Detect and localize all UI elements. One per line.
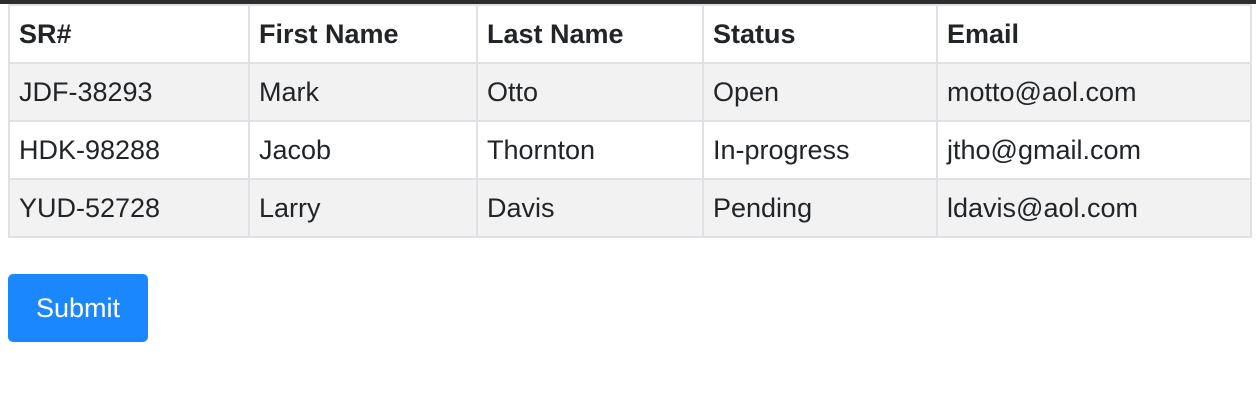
table-row: HDK-98288 Jacob Thornton In-progress jth… [8,120,1252,180]
cell-first-name: Larry [248,178,478,238]
column-header-email: Email [936,4,1252,64]
submit-button[interactable]: Submit [8,274,148,342]
table-row: YUD-52728 Larry Davis Pending ldavis@aol… [8,178,1252,238]
cell-last-name: Davis [476,178,704,238]
cell-status: Pending [702,178,938,238]
column-header-first-name: First Name [248,4,478,64]
cell-email: jtho@gmail.com [936,120,1252,180]
service-request-table: SR# First Name Last Name Status Email JD… [8,4,1252,238]
cell-status: In-progress [702,120,938,180]
table-row: JDF-38293 Mark Otto Open motto@aol.com [8,62,1252,122]
cell-first-name: Jacob [248,120,478,180]
cell-last-name: Otto [476,62,704,122]
page-content: SR# First Name Last Name Status Email JD… [8,4,1252,342]
table-header-row: SR# First Name Last Name Status Email [8,4,1252,64]
cell-sr: HDK-98288 [8,120,250,180]
cell-first-name: Mark [248,62,478,122]
column-header-status: Status [702,4,938,64]
cell-sr: JDF-38293 [8,62,250,122]
cell-last-name: Thornton [476,120,704,180]
cell-email: motto@aol.com [936,62,1252,122]
column-header-last-name: Last Name [476,4,704,64]
cell-status: Open [702,62,938,122]
table-header: SR# First Name Last Name Status Email [8,4,1252,64]
column-header-sr: SR# [8,4,250,64]
cell-email: ldavis@aol.com [936,178,1252,238]
table-body: JDF-38293 Mark Otto Open motto@aol.com H… [8,62,1252,238]
cell-sr: YUD-52728 [8,178,250,238]
